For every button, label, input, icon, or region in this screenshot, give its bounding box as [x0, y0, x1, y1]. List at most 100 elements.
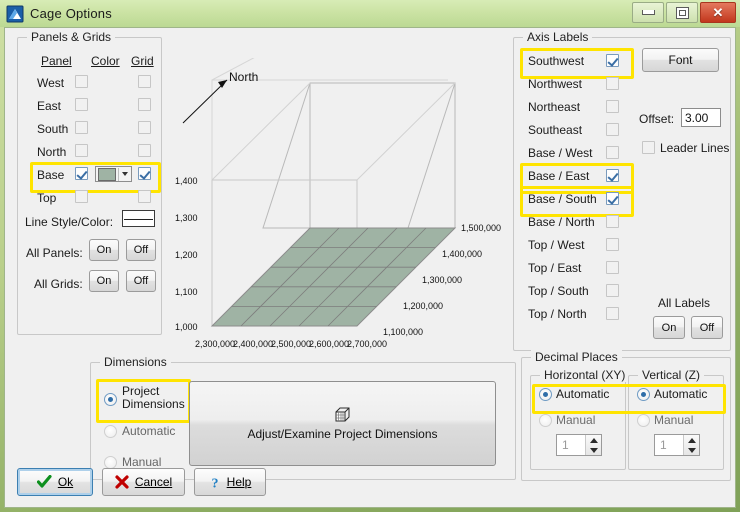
close-icon: ✕ — [712, 5, 724, 20]
y-tick-1400000: 1,400,000 — [442, 249, 483, 259]
z-tick-1000: 1,000 — [175, 322, 198, 332]
panel-checkbox-north[interactable] — [75, 144, 88, 157]
color-dropdown-separator — [118, 167, 119, 181]
all-panels-on-button[interactable]: On — [89, 239, 119, 261]
decimal-vertical-title: Vertical (Z) — [638, 368, 705, 382]
all-grids-off-button[interactable]: Off — [126, 270, 156, 292]
caret-down-icon — [589, 447, 598, 453]
maximize-button[interactable] — [666, 2, 698, 23]
y-tick-1300000: 1,300,000 — [422, 275, 463, 285]
axis-label-southwest: Southwest — [528, 54, 585, 68]
cancel-button[interactable]: Cancel — [102, 468, 185, 496]
horizontal-spinner-arrows[interactable] — [585, 435, 601, 455]
help-button-label: Help — [226, 475, 252, 489]
radio-automatic-dimensions[interactable] — [104, 425, 117, 438]
vertical-spinner-up[interactable] — [684, 435, 699, 445]
radio-label-vertical-automatic: Automatic — [654, 387, 708, 401]
grid-checkbox-east[interactable] — [138, 98, 151, 111]
panel-checkbox-top[interactable] — [75, 190, 88, 203]
radio-horizontal-manual[interactable] — [539, 414, 552, 427]
panel-checkbox-west[interactable] — [75, 75, 88, 88]
cage-preview[interactable]: North 1,400 1,300 1,200 1,100 1,000 2,30… — [165, 58, 515, 358]
horizontal-spinner-down[interactable] — [586, 445, 601, 455]
panels-grids-group: Panels & Grids Panel Color Grid West Eas… — [17, 30, 162, 335]
radio-project-dimensions[interactable] — [104, 393, 117, 406]
axis-checkbox-top-south[interactable] — [606, 284, 619, 297]
offset-input[interactable]: 3.00 — [681, 108, 721, 127]
radio-label-automatic-dimensions: Automatic — [122, 424, 176, 438]
grid-checkbox-south[interactable] — [138, 121, 151, 134]
axis-checkbox-base-east[interactable] — [606, 169, 619, 182]
leader-lines-checkbox[interactable] — [642, 141, 655, 154]
grid-checkbox-top[interactable] — [138, 190, 151, 203]
chevron-down-icon — [122, 172, 128, 176]
column-header-color: Color — [91, 54, 120, 68]
horizontal-decimal-spinner[interactable]: 1 — [556, 434, 602, 456]
cage-options-window: Cage Options ✕ Panels & Grids Panel Colo… — [0, 0, 740, 512]
grid-checkbox-west[interactable] — [138, 75, 151, 88]
radio-vertical-manual[interactable] — [637, 414, 650, 427]
panel-checkbox-base[interactable] — [75, 167, 88, 180]
radio-vertical-automatic[interactable] — [637, 388, 650, 401]
close-button[interactable]: ✕ — [700, 2, 736, 23]
axis-label-top-south: Top / South — [528, 284, 589, 298]
ok-button-label: Ok — [57, 475, 74, 489]
axis-label-top-east: Top / East — [528, 261, 582, 275]
minimize-button[interactable] — [632, 2, 664, 23]
all-labels-title: All Labels — [658, 296, 711, 310]
all-labels-off-button[interactable]: Off — [691, 316, 723, 339]
panel-checkbox-east[interactable] — [75, 98, 88, 111]
leader-lines-label: Leader Lines — [660, 141, 730, 155]
axis-label-top-north: Top / North — [528, 307, 587, 321]
axis-checkbox-top-west[interactable] — [606, 238, 619, 251]
cube-icon — [335, 407, 349, 422]
all-labels-on-button[interactable]: On — [653, 316, 685, 339]
panel-row-label-west: West — [37, 76, 65, 90]
adjust-examine-project-dimensions-button[interactable]: Adjust/Examine Project Dimensions — [189, 381, 496, 466]
axis-label-northeast: Northeast — [528, 100, 581, 114]
axis-checkbox-southwest[interactable] — [606, 54, 619, 67]
help-button[interactable]: ? Help — [194, 468, 266, 496]
ok-button[interactable]: Ok — [17, 468, 93, 496]
x-icon — [115, 475, 129, 489]
check-icon — [36, 475, 52, 488]
axis-checkbox-top-north[interactable] — [606, 307, 619, 320]
panel-checkbox-south[interactable] — [75, 121, 88, 134]
grid-checkbox-base[interactable] — [138, 167, 151, 180]
axis-checkbox-base-north[interactable] — [606, 215, 619, 228]
vertical-spinner-arrows[interactable] — [683, 435, 699, 455]
minimize-icon — [641, 10, 655, 15]
all-grids-on-button[interactable]: On — [89, 270, 119, 292]
panel-row-label-north: North — [37, 145, 67, 159]
dimensions-group: Dimensions Project Dimensions Automatic … — [90, 355, 516, 480]
font-button[interactable]: Font — [642, 48, 719, 72]
line-style-color-button[interactable] — [122, 210, 155, 227]
caret-down-icon — [687, 447, 696, 453]
y-tick-1200000: 1,200,000 — [403, 301, 444, 311]
axis-labels-title: Axis Labels — [523, 30, 593, 44]
vertical-spinner-down[interactable] — [684, 445, 699, 455]
radio-label-project-dimensions: Project Dimensions — [122, 384, 185, 411]
radio-label-manual-dimensions: Manual — [122, 455, 162, 469]
axis-checkbox-northeast[interactable] — [606, 100, 619, 113]
axis-checkbox-northwest[interactable] — [606, 77, 619, 90]
grid-checkbox-north[interactable] — [138, 144, 151, 157]
axis-checkbox-southeast[interactable] — [606, 123, 619, 136]
window-title: Cage Options — [30, 6, 112, 21]
radio-horizontal-automatic[interactable] — [539, 388, 552, 401]
axis-label-base-south: Base / South — [528, 192, 597, 206]
dialog-client-area: Panels & Grids Panel Color Grid West Eas… — [4, 27, 736, 508]
vertical-decimal-spinner[interactable]: 1 — [654, 434, 700, 456]
x-tick-2500000: 2,500,000 — [271, 339, 312, 349]
z-tick-1400: 1,400 — [175, 176, 198, 186]
all-panels-off-button[interactable]: Off — [126, 239, 156, 261]
axis-label-top-west: Top / West — [528, 238, 585, 252]
axis-checkbox-top-east[interactable] — [606, 261, 619, 274]
horizontal-spinner-up[interactable] — [586, 435, 601, 445]
decimal-vertical-group: Vertical (Z) Automatic Manual 1 — [628, 368, 724, 470]
base-color-dropdown[interactable] — [95, 166, 132, 182]
axis-checkbox-base-south[interactable] — [606, 192, 619, 205]
y-tick-1500000: 1,500,000 — [461, 223, 502, 233]
dimensions-title: Dimensions — [100, 355, 171, 369]
axis-checkbox-base-west[interactable] — [606, 146, 619, 159]
